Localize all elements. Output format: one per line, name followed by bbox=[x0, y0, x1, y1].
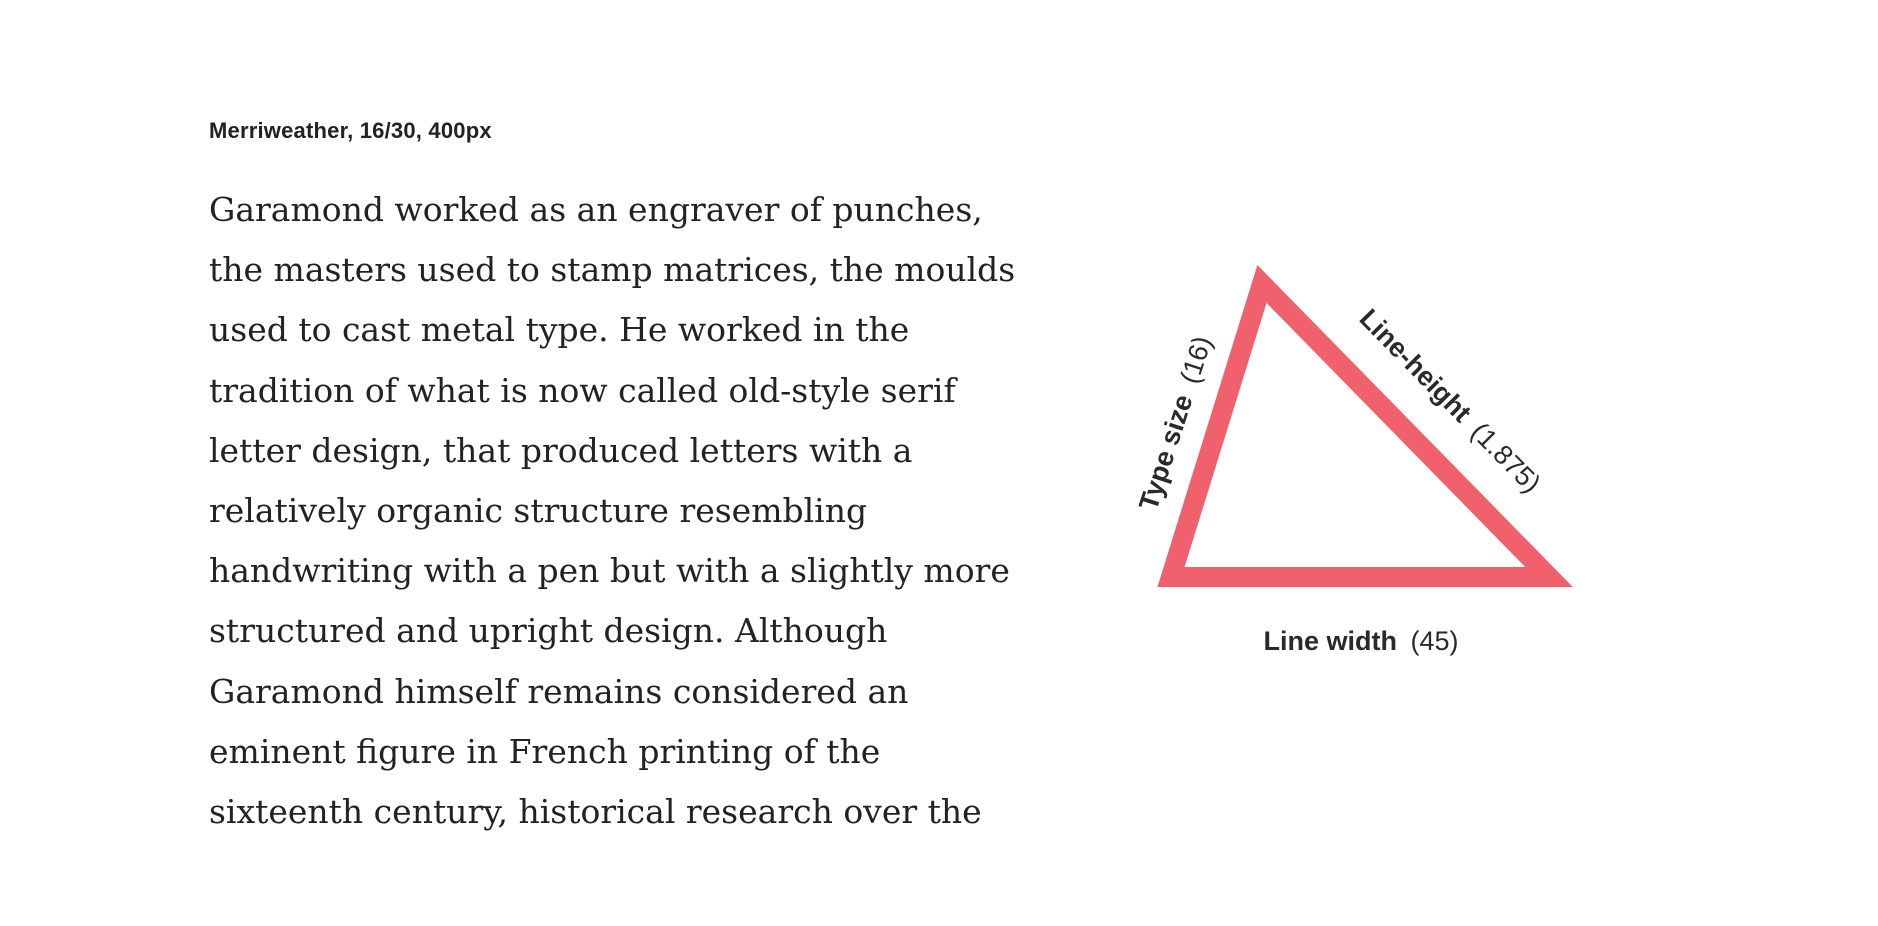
triangle-svg: Type size (16) Line-height (1.875) Line … bbox=[1133, 265, 1573, 656]
paragraph-line: Garamond himself remains considered an bbox=[209, 671, 909, 711]
type-size-value: (16) bbox=[1174, 332, 1217, 387]
paragraph-line: the masters used to stamp matrices, the … bbox=[209, 250, 1016, 290]
line-width-value: (45) bbox=[1410, 626, 1458, 656]
paragraph-line: Garamond worked as an engraver of punche… bbox=[209, 190, 983, 229]
paragraph-line: used to cast metal type. He worked in th… bbox=[209, 310, 910, 350]
paragraph-line: sixteenth century, historical research o… bbox=[209, 792, 982, 832]
font-spec-caption: Merriweather, 16/30, 400px bbox=[209, 118, 492, 143]
line-width-label: Line width (45) bbox=[1263, 626, 1458, 656]
sample-paragraph: Garamond worked as an engraver of punche… bbox=[209, 180, 1016, 842]
paragraph-line: handwriting with a pen but with a slight… bbox=[209, 551, 1010, 591]
typography-triangle-diagram: Type size (16) Line-height (1.875) Line … bbox=[1080, 240, 1640, 700]
line-width-name: Line width bbox=[1263, 626, 1396, 656]
paragraph-line: relatively organic structure resembling bbox=[209, 491, 868, 531]
paragraph-line: letter design, that produced letters wit… bbox=[209, 430, 913, 470]
paragraph-line: tradition of what is now called old-styl… bbox=[209, 370, 956, 410]
paragraph-line: structured and upright design. Although bbox=[209, 611, 888, 651]
paragraph-line: eminent figure in French printing of the bbox=[209, 731, 881, 771]
line-height-value: (1.875) bbox=[1465, 417, 1546, 499]
